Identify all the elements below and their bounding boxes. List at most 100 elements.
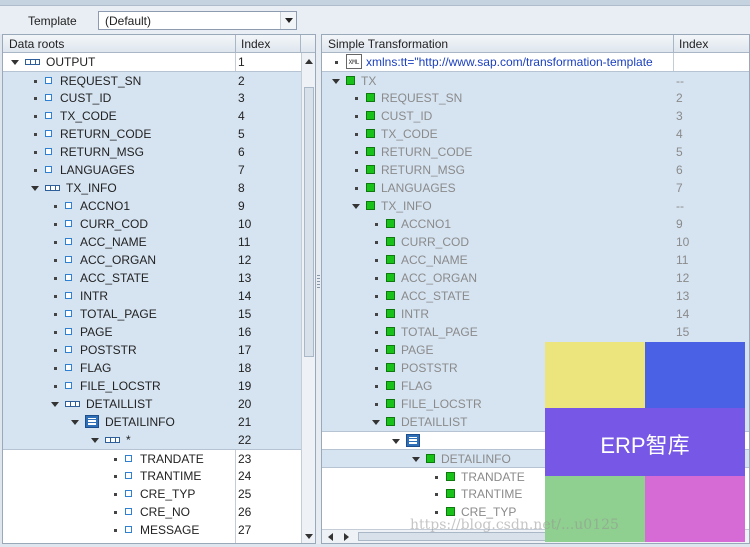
- column-divider[interactable]: [673, 35, 674, 53]
- tree-node-label[interactable]: CURR_COD: [80, 217, 148, 231]
- scroll-right-icon[interactable]: [344, 533, 349, 541]
- tree-node-label[interactable]: REQUEST_SN: [60, 74, 141, 88]
- expand-toggle-icon[interactable]: [392, 439, 400, 444]
- chevron-down-icon[interactable]: [280, 12, 296, 29]
- tree-node-label[interactable]: FLAG: [80, 361, 111, 375]
- tree-row[interactable]: CRE_TYP 25: [3, 485, 315, 503]
- tree-row[interactable]: CURR_COD 10: [3, 215, 315, 233]
- column-divider[interactable]: [235, 35, 236, 53]
- tree-row[interactable]: CRE_NO 26: [3, 503, 315, 521]
- tree-node-label[interactable]: LANGUAGES: [381, 181, 456, 195]
- tree-node-label[interactable]: ACC_ORGAN: [401, 271, 477, 285]
- expand-toggle-icon[interactable]: [11, 60, 19, 65]
- tree-row[interactable]: ACC_STATE 13: [322, 287, 749, 305]
- tree-row[interactable]: TX_INFO --: [322, 197, 749, 215]
- tree-node-label[interactable]: TX_CODE: [381, 127, 438, 141]
- tree-row[interactable]: ACCNO1 9: [322, 215, 749, 233]
- tree-node-label[interactable]: RETURN_MSG: [60, 145, 144, 159]
- tree-node-label[interactable]: *: [126, 433, 131, 447]
- tree-row[interactable]: CUST_ID 3: [322, 107, 749, 125]
- tree-node-label[interactable]: TRANTIME: [140, 469, 201, 483]
- tree-node-label[interactable]: MESSAGE: [140, 523, 199, 537]
- tree-node-label[interactable]: ACC_STATE: [401, 289, 470, 303]
- tree-node-label[interactable]: TOTAL_PAGE: [401, 325, 478, 339]
- tree-row[interactable]: TX_INFO 8: [3, 179, 315, 197]
- tree-node-label[interactable]: DETAILLIST: [86, 397, 152, 411]
- tree-row[interactable]: TX_CODE 4: [322, 125, 749, 143]
- tree-row[interactable]: CUST_ID 3: [3, 89, 315, 107]
- tree-node-label[interactable]: RETURN_MSG: [381, 163, 465, 177]
- tree-row[interactable]: * 22: [3, 431, 315, 449]
- tree-row[interactable]: TOTAL_PAGE 15: [322, 323, 749, 341]
- tree-row[interactable]: CURR_COD 10: [322, 233, 749, 251]
- tree-node-label[interactable]: ACC_NAME: [401, 253, 468, 267]
- tree-row[interactable]: DETAILINFO 21: [3, 413, 315, 431]
- tree-node-label[interactable]: CRE_NO: [140, 505, 190, 519]
- tree-node-label[interactable]: RETURN_CODE: [60, 127, 151, 141]
- data-roots-tree[interactable]: Data roots Index OUTPUT 1 REQUEST_SN 2 CUST_…: [2, 34, 316, 544]
- expand-toggle-icon[interactable]: [332, 79, 340, 84]
- splitter-grip-icon[interactable]: [317, 274, 320, 288]
- tree-row[interactable]: TX --: [322, 71, 749, 89]
- tree-node-label[interactable]: TX: [361, 74, 376, 88]
- col-header-index[interactable]: Index: [679, 37, 708, 51]
- tree-row[interactable]: POSTSTR 17: [3, 341, 315, 359]
- tree-node-label[interactable]: TX_CODE: [60, 109, 117, 123]
- tree-row[interactable]: FLAG 18: [3, 359, 315, 377]
- tree-row[interactable]: TOTAL_PAGE 15: [3, 305, 315, 323]
- tree-node-label[interactable]: POSTSTR: [401, 361, 458, 375]
- tree-row[interactable]: RETURN_CODE 5: [3, 125, 315, 143]
- tree-row[interactable]: TRANTIME 24: [3, 467, 315, 485]
- tree-row[interactable]: ACC_NAME 11: [3, 233, 315, 251]
- tree-row[interactable]: RETURN_MSG 6: [3, 143, 315, 161]
- tree-node-label[interactable]: REQUEST_SN: [381, 91, 462, 105]
- tree-node-label[interactable]: LANGUAGES: [60, 163, 135, 177]
- scroll-down-icon[interactable]: [305, 534, 313, 539]
- tree-node-label[interactable]: ACC_STATE: [80, 271, 149, 285]
- tree-node-label[interactable]: TRANDATE: [461, 470, 525, 484]
- tree-node-label[interactable]: POSTSTR: [80, 343, 137, 357]
- tree-row[interactable]: ACC_ORGAN 12: [3, 251, 315, 269]
- tree-row[interactable]: LANGUAGES 7: [322, 179, 749, 197]
- tree-node-label[interactable]: PAGE: [401, 343, 433, 357]
- tree-node-label[interactable]: CUST_ID: [60, 91, 111, 105]
- expand-toggle-icon[interactable]: [352, 204, 360, 209]
- tree-node-label[interactable]: TRANTIME: [461, 487, 522, 501]
- tree-node-label[interactable]: RETURN_CODE: [381, 145, 472, 159]
- tree-node-label[interactable]: ACCNO1: [401, 217, 451, 231]
- scroll-up-icon[interactable]: [305, 59, 313, 64]
- left-vertical-scrollbar[interactable]: [301, 53, 315, 543]
- tree-row[interactable]: PAGE 16: [3, 323, 315, 341]
- tree-row[interactable]: INTR 14: [3, 287, 315, 305]
- tree-node-label[interactable]: TRANDATE: [140, 452, 204, 466]
- tree-node-label[interactable]: ACC_NAME: [80, 235, 147, 249]
- tree-row[interactable]: ACCNO1 9: [3, 197, 315, 215]
- tree-node-label[interactable]: CRE_TYP: [140, 487, 195, 501]
- scroll-thumb[interactable]: [304, 87, 314, 357]
- expand-toggle-icon[interactable]: [412, 457, 420, 462]
- tree-row[interactable]: XML xmlns:tt="http://www.sap.com/transfor…: [322, 53, 749, 71]
- tree-node-label[interactable]: PAGE: [80, 325, 112, 339]
- tree-row[interactable]: DETAILLIST 20: [3, 395, 315, 413]
- expand-toggle-icon[interactable]: [51, 402, 59, 407]
- tree-row[interactable]: TX_CODE 4: [3, 107, 315, 125]
- tree-row[interactable]: ACC_ORGAN 12: [322, 269, 749, 287]
- expand-toggle-icon[interactable]: [372, 420, 380, 425]
- tree-node-label[interactable]: FILE_LOCSTR: [401, 397, 482, 411]
- col-header-index[interactable]: Index: [241, 37, 270, 51]
- tree-node-label[interactable]: DETAILINFO: [105, 415, 175, 429]
- tree-row[interactable]: LANGUAGES 7: [3, 161, 315, 179]
- tree-row[interactable]: ACC_NAME 11: [322, 251, 749, 269]
- col-header-data-roots[interactable]: Data roots: [9, 37, 64, 51]
- tree-node-label[interactable]: xmlns:tt="http://www.sap.com/transformat…: [366, 55, 653, 69]
- template-dropdown[interactable]: (Default): [98, 11, 297, 30]
- expand-toggle-icon[interactable]: [31, 186, 39, 191]
- tree-node-label[interactable]: DETAILINFO: [441, 452, 511, 466]
- tree-node-label[interactable]: CURR_COD: [401, 235, 469, 249]
- tree-row[interactable]: FILE_LOCSTR 19: [3, 377, 315, 395]
- column-divider[interactable]: [300, 35, 301, 53]
- tree-row[interactable]: RETURN_MSG 6: [322, 161, 749, 179]
- tree-node-label[interactable]: ACC_ORGAN: [80, 253, 156, 267]
- tree-node-label[interactable]: FILE_LOCSTR: [80, 379, 161, 393]
- tree-row[interactable]: OUTPUT 1: [3, 53, 315, 71]
